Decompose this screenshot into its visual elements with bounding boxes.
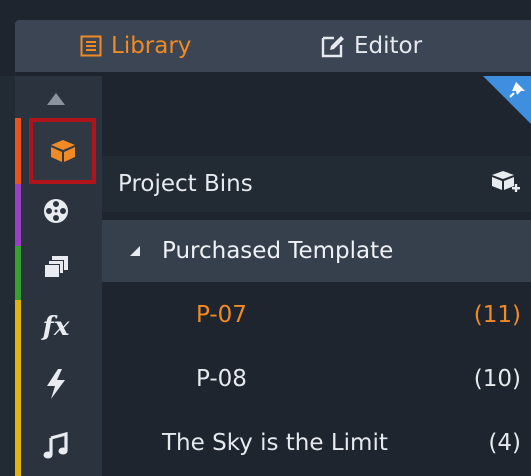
rail-collections-button[interactable] [26, 246, 86, 290]
bin-item-sky-is-the-limit[interactable]: The Sky is the Limit (4) [102, 412, 531, 474]
strip-segment-green [15, 246, 21, 300]
library-list-icon [80, 35, 102, 57]
group-label: Purchased Template [162, 238, 394, 264]
strip-segment-yellow [15, 300, 21, 476]
category-color-strip [15, 118, 21, 476]
bin-item-count: (10) [473, 366, 521, 392]
rail-effects-button[interactable]: fx [26, 305, 86, 349]
tab-library[interactable]: Library [79, 20, 191, 72]
music-note-icon [43, 432, 68, 459]
media-reel-icon [44, 199, 68, 223]
rail-transitions-button[interactable] [26, 362, 86, 406]
strip-segment-purple [15, 184, 21, 246]
library-box-icon [50, 140, 75, 162]
tab-editor-label: Editor [354, 33, 423, 59]
tab-editor[interactable]: Editor [320, 20, 422, 72]
app-window: Library Editor fx Project Bins Purchased… [0, 0, 531, 476]
bin-item-count: (11) [473, 302, 521, 328]
group-purchased-template[interactable]: Purchased Template [102, 220, 531, 282]
up-arrow-icon [47, 93, 65, 105]
pin-icon[interactable] [509, 80, 527, 98]
bin-item-label: P-08 [196, 366, 247, 392]
flash-icon [47, 369, 65, 399]
rail-audio-button[interactable] [26, 424, 86, 468]
bin-item-count: (4) [488, 430, 521, 456]
scroll-up-button[interactable] [26, 86, 86, 112]
stack-icon [44, 256, 68, 278]
fx-icon: fx [42, 312, 70, 342]
bin-item-p07[interactable]: P-07 (11) [102, 284, 531, 346]
top-tab-bar: Library Editor [0, 0, 531, 76]
rail-media-button[interactable] [26, 189, 86, 233]
project-bins-panel: Project Bins Purchased Template P-07 (11… [102, 76, 531, 476]
bins-header: Project Bins [102, 156, 531, 212]
bin-item-p08[interactable]: P-08 (10) [102, 348, 531, 410]
bin-item-label: P-07 [196, 302, 247, 328]
tab-strip: Library Editor [15, 20, 531, 72]
add-bin-icon[interactable] [491, 170, 521, 198]
expand-triangle-icon[interactable] [128, 246, 140, 256]
editor-edit-icon [321, 36, 344, 58]
bin-item-label: The Sky is the Limit [162, 430, 388, 456]
tab-library-label: Library [111, 33, 192, 59]
strip-segment-orange [15, 118, 21, 184]
bins-title: Project Bins [118, 171, 253, 197]
rail-project-bins-button[interactable] [29, 118, 96, 184]
